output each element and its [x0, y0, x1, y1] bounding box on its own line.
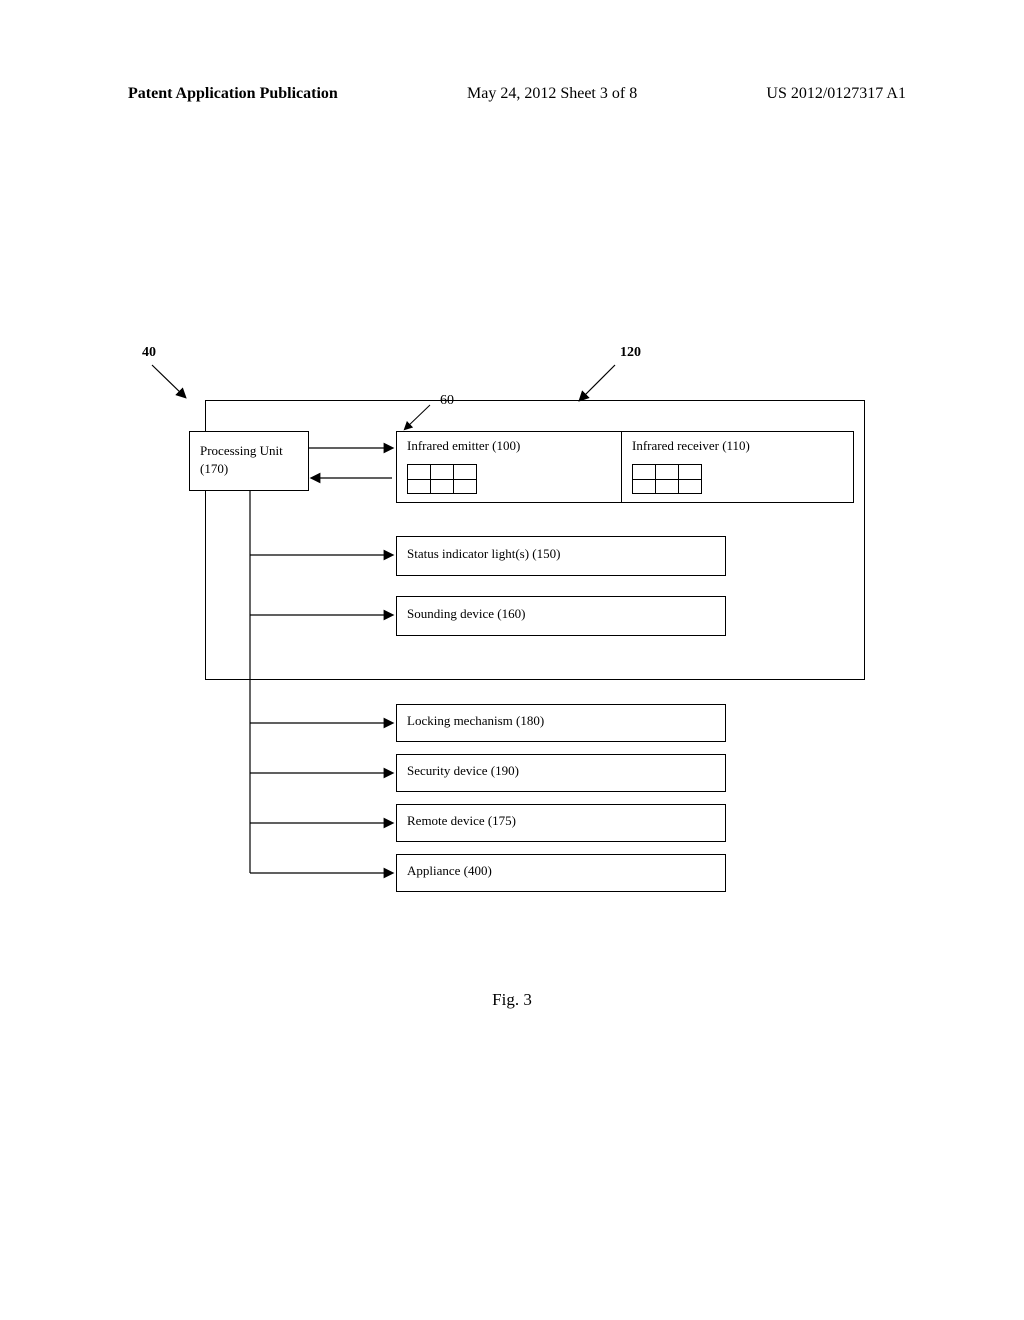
- ref-40: 40: [142, 345, 156, 361]
- ref-120: 120: [620, 345, 641, 361]
- locking-label: Locking mechanism (180): [407, 713, 544, 728]
- diagram: 40 120 60 98 108 Processing Unit (170) I…: [130, 345, 900, 905]
- sounding-label: Sounding device (160): [407, 606, 525, 621]
- receiver-grid-108: [632, 464, 702, 494]
- receiver-box: Infrared receiver (110): [622, 432, 854, 502]
- security-label: Security device (190): [407, 763, 519, 778]
- receiver-label: Infrared receiver (110): [622, 432, 854, 456]
- emitter-grid-98: [407, 464, 477, 494]
- header-docnum: US 2012/0127317 A1: [766, 85, 906, 103]
- processing-unit-label: Processing Unit (170): [200, 443, 283, 476]
- status-label: Status indicator light(s) (150): [407, 546, 560, 561]
- sounding-box: Sounding device (160): [396, 596, 726, 636]
- page-header: Patent Application Publication May 24, 2…: [0, 85, 1024, 103]
- remote-label: Remote device (175): [407, 813, 516, 828]
- security-box: Security device (190): [396, 754, 726, 792]
- status-box: Status indicator light(s) (150): [396, 536, 726, 576]
- appliance-box: Appliance (400): [396, 854, 726, 892]
- inner-box-60: Infrared emitter (100) Infrared receiver…: [396, 431, 854, 503]
- remote-box: Remote device (175): [396, 804, 726, 842]
- emitter-box: Infrared emitter (100): [397, 432, 622, 502]
- processing-unit-box: Processing Unit (170): [189, 431, 309, 491]
- emitter-label: Infrared emitter (100): [397, 432, 621, 456]
- appliance-label: Appliance (400): [407, 863, 492, 878]
- locking-box: Locking mechanism (180): [396, 704, 726, 742]
- header-sheet: May 24, 2012 Sheet 3 of 8: [467, 85, 637, 103]
- figure-caption: Fig. 3: [0, 990, 1024, 1010]
- header-publication: Patent Application Publication: [128, 85, 338, 103]
- outer-box-120: Processing Unit (170) Infrared emitter (…: [205, 400, 865, 680]
